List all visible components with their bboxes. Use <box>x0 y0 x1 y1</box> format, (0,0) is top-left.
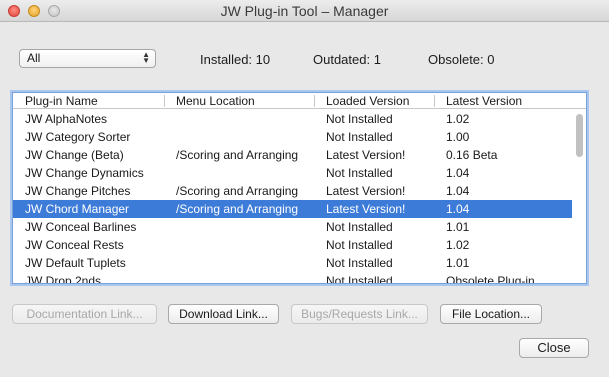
plugin-table[interactable]: Plug-in Name Menu Location Loaded Versio… <box>12 92 587 284</box>
table-row[interactable]: JW Change Pitches /Scoring and Arranging… <box>13 182 586 200</box>
documentation-link-button[interactable]: Documentation Link... <box>12 304 157 324</box>
loaded-version-cell: Not Installed <box>326 238 393 252</box>
filter-dropdown[interactable]: All ▲ ▼ <box>19 49 156 68</box>
plugin-name-cell: JW Conceal Barlines <box>25 220 137 234</box>
loaded-version-cell: Not Installed <box>326 130 393 144</box>
scrollbar-thumb[interactable] <box>576 114 583 157</box>
latest-version-cell: 0.16 Beta <box>446 148 498 162</box>
loaded-version-cell: Latest Version! <box>326 202 406 216</box>
table-row[interactable]: JW Change Dynamics Not Installed 1.04 <box>13 164 586 182</box>
bugs-requests-link-button[interactable]: Bugs/Requests Link... <box>291 304 428 324</box>
latest-version-cell: 1.04 <box>446 184 470 198</box>
close-window-icon[interactable] <box>8 5 20 17</box>
loaded-version-cell: Not Installed <box>326 256 393 270</box>
obsolete-count: Obsolete: 0 <box>428 52 495 67</box>
latest-version-cell: 1.01 <box>446 220 470 234</box>
table-row[interactable]: JW Drop 2nds Not Installed Obsolete Plug… <box>13 272 586 284</box>
plugin-name-cell: JW AlphaNotes <box>25 112 108 126</box>
close-button[interactable]: Close <box>519 338 589 358</box>
installed-count: Installed: 10 <box>200 52 271 67</box>
table-body: JW AlphaNotes Not Installed 1.02 JW Cate… <box>13 110 586 284</box>
table-row[interactable]: JW Conceal Barlines Not Installed 1.01 <box>13 218 586 236</box>
download-link-button[interactable]: Download Link... <box>168 304 279 324</box>
outdated-count: Outdated: 1 <box>313 52 381 67</box>
column-header-loaded-version[interactable]: Loaded Version <box>314 93 409 109</box>
latest-version-cell: 1.02 <box>446 112 470 126</box>
filter-selected-value: All <box>27 51 41 65</box>
table-row[interactable]: JW Category Sorter Not Installed 1.00 <box>13 128 586 146</box>
minimize-window-icon[interactable] <box>28 5 40 17</box>
plugin-name-cell: JW Default Tuplets <box>25 256 126 270</box>
title-bar: JW Plug-in Tool – Manager <box>0 0 609 22</box>
vertical-scrollbar[interactable] <box>572 110 586 283</box>
file-location-button[interactable]: File Location... <box>440 304 542 324</box>
latest-version-cell: 1.04 <box>446 166 470 180</box>
plugin-name-cell: JW Change Pitches <box>25 184 131 198</box>
loaded-version-cell: Not Installed <box>326 274 393 284</box>
plugin-name-cell: JW Change Dynamics <box>25 166 144 180</box>
latest-version-cell: 1.02 <box>446 238 470 252</box>
menu-location-cell: /Scoring and Arranging <box>176 148 299 162</box>
zoom-window-icon[interactable] <box>48 5 60 17</box>
menu-location-cell: /Scoring and Arranging <box>176 184 299 198</box>
plugin-name-cell: JW Category Sorter <box>25 130 131 144</box>
loaded-version-cell: Not Installed <box>326 220 393 234</box>
table-row[interactable]: JW Conceal Rests Not Installed 1.02 <box>13 236 586 254</box>
chevron-up-down-icon: ▲ ▼ <box>142 50 150 65</box>
table-row-selected[interactable]: JW Chord Manager /Scoring and Arranging … <box>13 200 586 218</box>
loaded-version-cell: Latest Version! <box>326 184 406 198</box>
latest-version-cell: 1.04 <box>446 202 470 216</box>
column-header-latest-version[interactable]: Latest Version <box>434 93 522 109</box>
latest-version-cell: 1.01 <box>446 256 470 270</box>
table-row[interactable]: JW Default Tuplets Not Installed 1.01 <box>13 254 586 272</box>
plugin-name-cell: JW Chord Manager <box>25 202 130 216</box>
table-row[interactable]: JW Change (Beta) /Scoring and Arranging … <box>13 146 586 164</box>
loaded-version-cell: Not Installed <box>326 166 393 180</box>
table-row[interactable]: JW AlphaNotes Not Installed 1.02 <box>13 110 586 128</box>
loaded-version-cell: Not Installed <box>326 112 393 126</box>
column-header-menu-location[interactable]: Menu Location <box>164 93 255 109</box>
latest-version-cell: 1.00 <box>446 130 470 144</box>
table-header: Plug-in Name Menu Location Loaded Versio… <box>13 93 586 109</box>
loaded-version-cell: Latest Version! <box>326 148 406 162</box>
plugin-name-cell: JW Drop 2nds <box>25 274 102 284</box>
latest-version-cell: Obsolete Plug-in <box>446 274 535 284</box>
plugin-name-cell: JW Conceal Rests <box>25 238 124 252</box>
menu-location-cell: /Scoring and Arranging <box>176 202 299 216</box>
plugin-name-cell: JW Change (Beta) <box>25 148 124 162</box>
window-title: JW Plug-in Tool – Manager <box>220 3 389 19</box>
column-header-plugin-name[interactable]: Plug-in Name <box>13 93 98 109</box>
